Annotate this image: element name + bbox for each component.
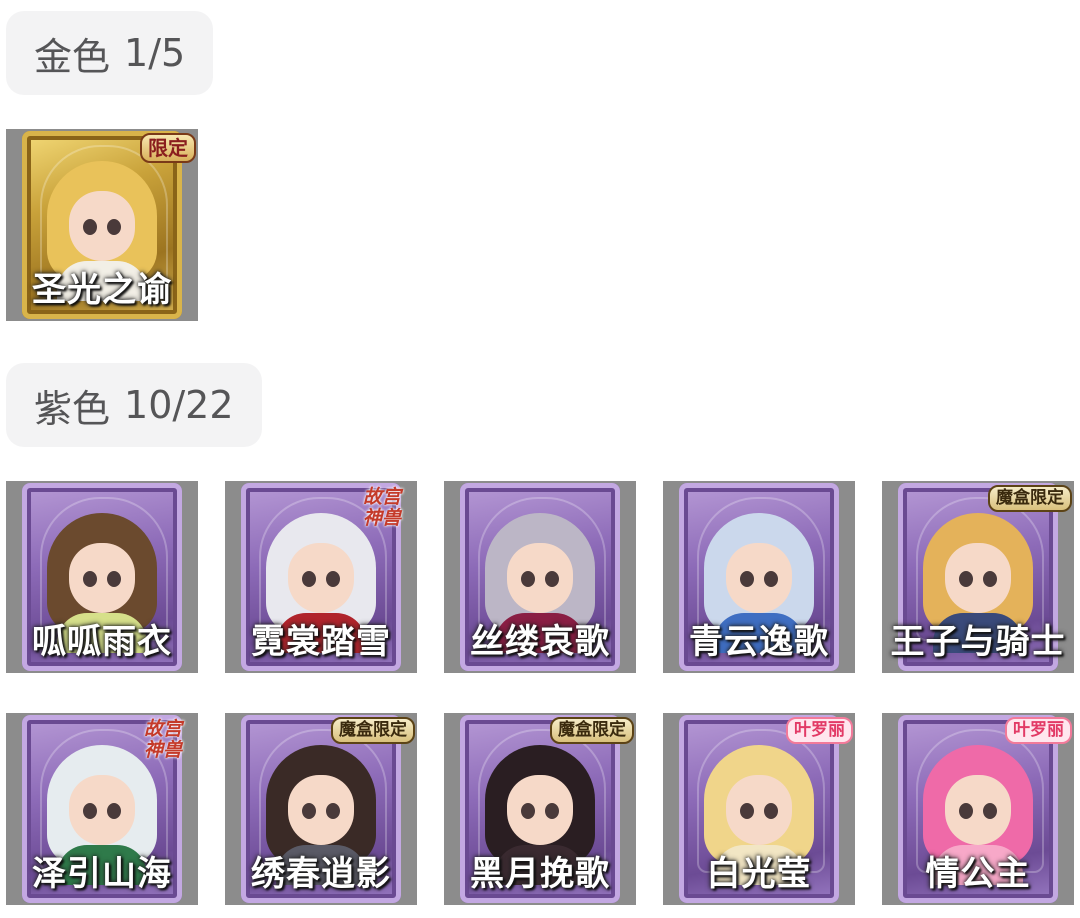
section-header-gold: 金色 1/5 [6, 11, 214, 95]
skin-name: 情公主 [925, 854, 1031, 894]
skin-card[interactable]: 叶罗丽白光莹 [663, 713, 855, 905]
section-count: 10/22 [124, 383, 234, 427]
skin-name: 泽引山海 [32, 854, 172, 894]
skin-card[interactable]: 故宫神兽泽引山海 [6, 713, 198, 905]
skin-card[interactable]: 故宫神兽霓裳踏雪 [225, 481, 417, 673]
card-badge: 叶罗丽 [786, 717, 853, 744]
card-badge: 魔盒限定 [550, 717, 634, 744]
skin-name: 黑月挽歌 [470, 854, 610, 894]
skin-card[interactable]: 丝缕哀歌 [444, 481, 636, 673]
skin-card[interactable]: 叶罗丽情公主 [882, 713, 1074, 905]
section-label: 紫色 [34, 386, 111, 431]
card-badge: 魔盒限定 [988, 485, 1072, 512]
card-badge: 故宫神兽 [362, 486, 401, 529]
skin-name: 王子与骑士 [890, 622, 1066, 662]
skin-name: 白光莹 [706, 854, 812, 894]
skin-card[interactable]: 魔盒限定黑月挽歌 [444, 713, 636, 905]
skin-card[interactable]: 呱呱雨衣 [6, 481, 198, 673]
skin-name: 霓裳踏雪 [251, 622, 391, 662]
skin-card[interactable]: 青云逸歌 [663, 481, 855, 673]
skin-name: 丝缕哀歌 [470, 622, 610, 662]
skin-card[interactable]: 魔盒限定王子与骑士 [882, 481, 1074, 673]
card-badge: 魔盒限定 [331, 717, 415, 744]
skin-card[interactable]: 魔盒限定绣春逍影 [225, 713, 417, 905]
section-header-purple: 紫色 10/22 [6, 363, 262, 447]
section-count: 1/5 [124, 31, 186, 75]
skin-name: 青云逸歌 [689, 622, 829, 662]
skin-card[interactable]: 限定圣光之谕 [6, 129, 198, 321]
card-badge: 叶罗丽 [1005, 717, 1072, 744]
skin-name: 圣光之谕 [32, 270, 172, 310]
card-badge: 故宫神兽 [143, 718, 182, 761]
skin-name: 绣春逍影 [251, 854, 391, 894]
skin-name: 呱呱雨衣 [32, 622, 172, 662]
section-label: 金色 [34, 34, 111, 79]
card-badge: 限定 [140, 133, 196, 163]
